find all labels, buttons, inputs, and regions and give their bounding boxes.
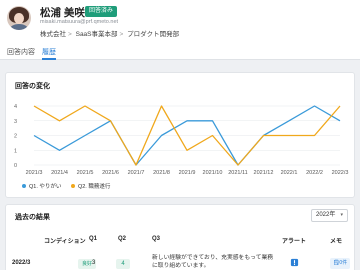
x-tick-label: 2022/3 xyxy=(332,170,349,176)
col-memo: メモ xyxy=(330,239,343,245)
x-tick-label: 2022/2 xyxy=(306,170,323,176)
row-q2-value: 4 xyxy=(116,259,130,269)
row-q3-comment: 新しい経験ができており、充実感をもって業務に取り組めています。 xyxy=(152,255,274,269)
y-tick-label: 2 xyxy=(14,134,17,140)
col-q3: Q3 xyxy=(152,236,161,242)
year-select[interactable]: 2022年 ▾ xyxy=(311,209,348,222)
x-tick-label: 2021/9 xyxy=(179,170,196,176)
x-tick-label: 2022/1 xyxy=(281,170,298,176)
legend-label-q1: Q1. やりがい xyxy=(29,184,62,190)
col-q2: Q2 xyxy=(118,236,127,242)
x-tick-label: 2021/6 xyxy=(102,170,119,176)
x-tick-label: 2021/7 xyxy=(128,170,145,176)
col-q1: Q1 xyxy=(89,236,98,242)
x-tick-label: 2021/3 xyxy=(26,170,43,176)
y-tick-label: 3 xyxy=(14,119,17,125)
legend-item-q2[interactable]: Q2. 職務遂行 xyxy=(70,182,111,190)
x-tick-label: 2021/4 xyxy=(51,170,68,176)
legend-label-q2: Q2. 職務遂行 xyxy=(77,184,111,190)
col-alert: アラート xyxy=(282,239,307,245)
row-period: 2022/3 xyxy=(12,260,31,266)
x-tick-label: 2021/11 xyxy=(228,170,247,176)
memo-count: 0件 xyxy=(339,260,348,266)
x-tick-label: 2021/12 xyxy=(254,170,274,176)
y-tick-label: 4 xyxy=(14,104,17,110)
alert-icon[interactable] xyxy=(290,258,299,267)
chevron-down-icon: ▾ xyxy=(340,212,343,218)
y-tick-label: 0 xyxy=(14,163,17,169)
x-tick-label: 2021/5 xyxy=(77,170,94,176)
row-q1-value: 3 xyxy=(92,260,96,266)
year-select-value: 2022年 xyxy=(316,212,336,218)
x-tick-label: 2021/10 xyxy=(203,170,223,176)
y-tick-label: 1 xyxy=(14,148,17,154)
memo-chip[interactable]: 🗒0件 xyxy=(330,258,351,269)
x-tick-label: 2021/8 xyxy=(153,170,170,176)
legend-dot-q2 xyxy=(70,184,75,188)
history-title: 過去の結果 xyxy=(15,214,50,221)
legend-item-q1[interactable]: Q1. やりがい xyxy=(22,182,61,190)
chart-legend: Q1. やりがい Q2. 職務遂行 xyxy=(22,182,118,190)
col-condition: コンディション xyxy=(44,239,86,245)
legend-dot-q1 xyxy=(22,184,26,188)
